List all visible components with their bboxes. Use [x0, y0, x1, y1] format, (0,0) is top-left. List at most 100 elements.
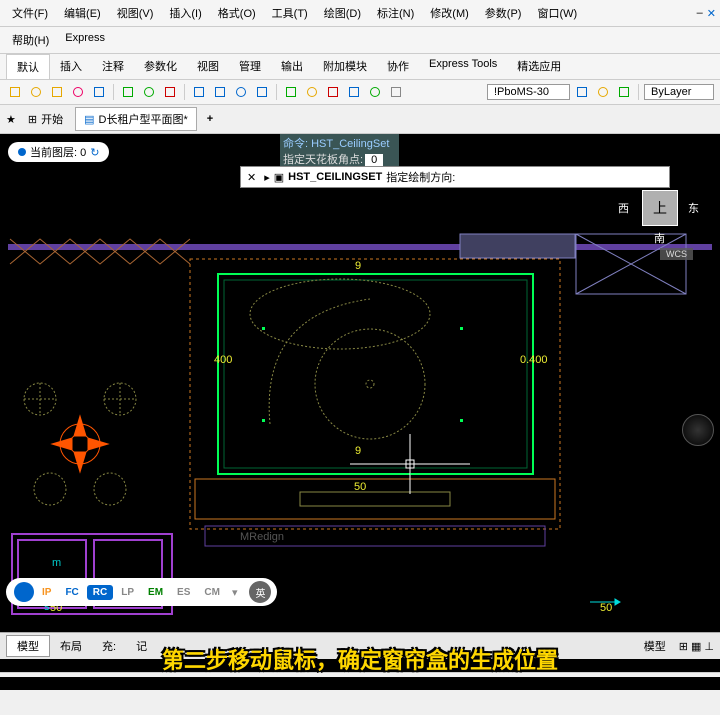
menu-parametric[interactable]: 参数(P) — [477, 2, 530, 24]
svg-text:50: 50 — [600, 602, 612, 614]
start-tab[interactable]: ⊞ 开始 — [20, 108, 71, 130]
tool-i-icon[interactable] — [303, 83, 321, 101]
tool-j-icon[interactable] — [324, 83, 342, 101]
drawing-canvas[interactable]: 当前图层: 0 ↻ 命令: HST_CeilingSet 指定天花板角点:0 指… — [0, 134, 720, 690]
linetype-combo[interactable]: !PboMS-30 — [487, 84, 570, 100]
mode-lp-button[interactable]: LP — [115, 585, 140, 600]
settings-gear-icon[interactable] — [14, 582, 34, 602]
tool-color-icon[interactable] — [573, 83, 591, 101]
tool-k-icon[interactable] — [345, 83, 363, 101]
layer-indicator[interactable]: 当前图层: 0 ↻ — [8, 142, 109, 162]
menu-format[interactable]: 格式(O) — [210, 2, 264, 24]
tool-layer2-icon[interactable] — [27, 83, 45, 101]
tool-layer5-icon[interactable] — [90, 83, 108, 101]
tool-p-icon[interactable] — [594, 83, 612, 101]
tool-l-icon[interactable] — [366, 83, 384, 101]
ortho-icon[interactable]: ⊥ — [704, 640, 714, 653]
ribbon-tab-express[interactable]: Express Tools — [419, 54, 507, 79]
cmd-close-icon[interactable]: ✕ — [243, 171, 260, 184]
menu-help[interactable]: 帮助(H) — [4, 29, 57, 51]
grid-icon[interactable]: ⊞ — [679, 640, 688, 653]
mode-cm-button[interactable]: CM — [198, 585, 226, 600]
viewcube-south[interactable]: 南 — [654, 230, 665, 246]
tool-m-icon[interactable] — [387, 83, 405, 101]
menu-dimension[interactable]: 标注(N) — [369, 2, 422, 24]
cmd-line-1: 命令: HST_CeilingSet — [281, 135, 398, 151]
tool-d-icon[interactable] — [190, 83, 208, 101]
cmd-prompt: 指定绘制方向: — [386, 169, 455, 185]
minimize-icon[interactable]: – — [697, 7, 703, 19]
tool-layer-icon[interactable] — [6, 83, 24, 101]
viewcube-east[interactable]: 东 — [688, 200, 699, 216]
ribbon-tab-featured[interactable]: 精选应用 — [507, 54, 571, 79]
note-tab[interactable]: 记 — [126, 636, 157, 656]
navigation-ball[interactable] — [682, 414, 714, 446]
svg-text:m: m — [52, 557, 61, 569]
dropdown-icon[interactable]: ▾ — [228, 586, 242, 599]
layer-label: 当前图层: 0 — [30, 144, 86, 160]
ribbon-tab-default[interactable]: 默认 — [6, 54, 50, 79]
mode-fc-button[interactable]: FC — [59, 585, 84, 600]
ribbon-tabs: 默认 插入 注释 参数化 视图 管理 输出 附加模块 协作 Express To… — [0, 54, 720, 80]
ribbon-tab-insert[interactable]: 插入 — [50, 54, 92, 79]
ribbon-tab-output[interactable]: 输出 — [271, 54, 313, 79]
menu-express[interactable]: Express — [57, 29, 113, 51]
tool-layer3-icon[interactable] — [48, 83, 66, 101]
tool-f-icon[interactable] — [232, 83, 250, 101]
refresh-icon[interactable]: ↻ — [90, 146, 99, 159]
document-tab-label: D长租户型平面图* — [99, 111, 188, 127]
menu-file[interactable]: 文件(F) — [4, 2, 56, 24]
snap-icon[interactable]: ▦ — [691, 640, 701, 653]
menu-insert[interactable]: 插入(I) — [161, 2, 209, 24]
ribbon-tab-parametric[interactable]: 参数化 — [134, 54, 187, 79]
ribbon-tab-manage[interactable]: 管理 — [229, 54, 271, 79]
cmd-name: HST_CEILINGSET — [288, 171, 382, 183]
menu-draw[interactable]: 绘图(D) — [316, 2, 369, 24]
model-tab-right[interactable]: 模型 — [634, 636, 676, 656]
tool-h-icon[interactable] — [282, 83, 300, 101]
mode-rc-button[interactable]: RC — [87, 585, 113, 600]
fill-tab[interactable]: 充: — [92, 636, 126, 656]
menu-tools[interactable]: 工具(T) — [264, 2, 316, 24]
menu-bar-row2: 帮助(H) Express — [0, 27, 720, 54]
ribbon-tab-view[interactable]: 视图 — [187, 54, 229, 79]
tool-g-icon[interactable] — [253, 83, 271, 101]
layer-combo[interactable]: ByLayer — [644, 84, 714, 100]
ribbon-tab-annotate[interactable]: 注释 — [92, 54, 134, 79]
tool-a-icon[interactable] — [119, 83, 137, 101]
layout-tab[interactable]: 布局 — [50, 636, 92, 656]
mode-es-button[interactable]: ES — [171, 585, 196, 600]
windows-icon: ⊞ — [28, 113, 37, 126]
command-input-bar[interactable]: ✕ ▸ ▣ HST_CEILINGSET 指定绘制方向: — [240, 166, 670, 188]
tool-q-icon[interactable] — [615, 83, 633, 101]
main-toolbar: !PboMS-30 ByLayer — [0, 80, 720, 105]
document-tab[interactable]: ▤ D长租户型平面图* — [75, 107, 197, 131]
cmd-prefix-icon: ▣ — [274, 171, 284, 184]
tutorial-subtitle: 第二步移动鼠标，确定窗帘盒的生成位置 — [162, 643, 558, 675]
close-icon[interactable]: ✕ — [707, 7, 716, 20]
ime-button[interactable]: 英 — [249, 581, 271, 603]
svg-text:50: 50 — [354, 481, 366, 493]
wcs-label[interactable]: WCS — [660, 248, 693, 260]
viewcube-top[interactable]: 上 — [642, 190, 678, 226]
viewcube-west[interactable]: 西 — [618, 200, 629, 216]
mode-ip-button[interactable]: IP — [36, 585, 57, 600]
menu-window[interactable]: 窗口(W) — [529, 2, 585, 24]
edit-mode-toolbar: IP FC RC LP EM ES CM ▾ 英 — [6, 578, 277, 606]
svg-text:400: 400 — [214, 354, 232, 366]
tool-e-icon[interactable] — [211, 83, 229, 101]
cmd-icon: ▸ — [264, 171, 270, 184]
menu-edit[interactable]: 编辑(E) — [56, 2, 109, 24]
menu-modify[interactable]: 修改(M) — [422, 2, 477, 24]
mode-em-button[interactable]: EM — [142, 585, 169, 600]
tool-b-icon[interactable] — [140, 83, 158, 101]
ribbon-tab-addins[interactable]: 附加模块 — [313, 54, 377, 79]
layer-dot-icon — [18, 148, 26, 156]
tool-layer4-icon[interactable] — [69, 83, 87, 101]
menu-view[interactable]: 视图(V) — [109, 2, 162, 24]
tool-c-icon[interactable] — [161, 83, 179, 101]
ribbon-tab-collab[interactable]: 协作 — [377, 54, 419, 79]
star-icon[interactable]: ★ — [6, 113, 16, 126]
new-tab-button[interactable]: + — [201, 110, 219, 128]
model-tab[interactable]: 模型 — [6, 635, 50, 657]
